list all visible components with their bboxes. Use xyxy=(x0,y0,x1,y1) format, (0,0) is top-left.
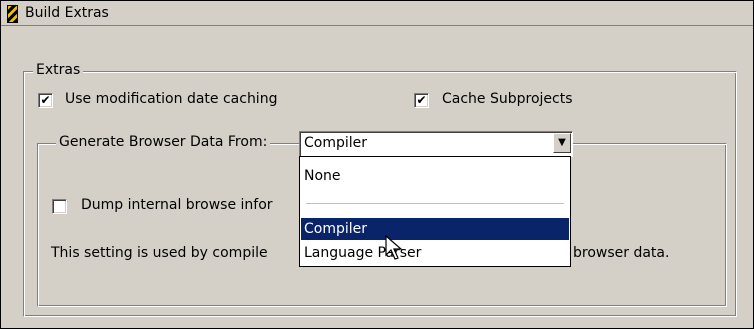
dump-browse-info-label[interactable]: Dump internal browse infor xyxy=(81,197,273,213)
striped-panel-icon xyxy=(7,5,18,23)
chevron-down-icon: ▼ xyxy=(558,137,566,148)
window-frame: Build Extras Extras ✔ Use modification d… xyxy=(0,0,754,329)
cache-subprojects-checkbox[interactable]: ✔ xyxy=(414,93,429,108)
browser-data-group-label: Generate Browser Data From: xyxy=(56,134,271,150)
dropdown-option-language-parser[interactable]: Language Parser xyxy=(301,242,569,264)
browser-description-right: browser data. xyxy=(573,245,670,261)
browser-description-left: This setting is used by compile xyxy=(51,245,268,261)
dropdown-option-compiler[interactable]: Compiler xyxy=(301,218,569,240)
dump-browse-info-checkbox[interactable] xyxy=(52,199,67,214)
extras-group-label: Extras xyxy=(33,62,84,78)
browser-source-dropdown: None Compiler Language Parser xyxy=(299,156,571,267)
mouse-pointer-icon xyxy=(385,235,403,260)
dropdown-separator xyxy=(306,203,564,204)
title-bar: Build Extras xyxy=(1,1,753,26)
use-mod-date-caching-label[interactable]: Use modification date caching xyxy=(65,91,277,107)
cache-subprojects-label[interactable]: Cache Subprojects xyxy=(442,91,573,107)
window-title: Build Extras xyxy=(25,5,109,21)
use-mod-date-caching-checkbox[interactable]: ✔ xyxy=(38,93,53,108)
browser-source-select[interactable]: Compiler ▼ xyxy=(299,131,573,157)
dropdown-arrow-button[interactable]: ▼ xyxy=(553,133,571,153)
browser-source-value: Compiler xyxy=(304,135,368,151)
dropdown-option-none[interactable]: None xyxy=(301,165,569,187)
